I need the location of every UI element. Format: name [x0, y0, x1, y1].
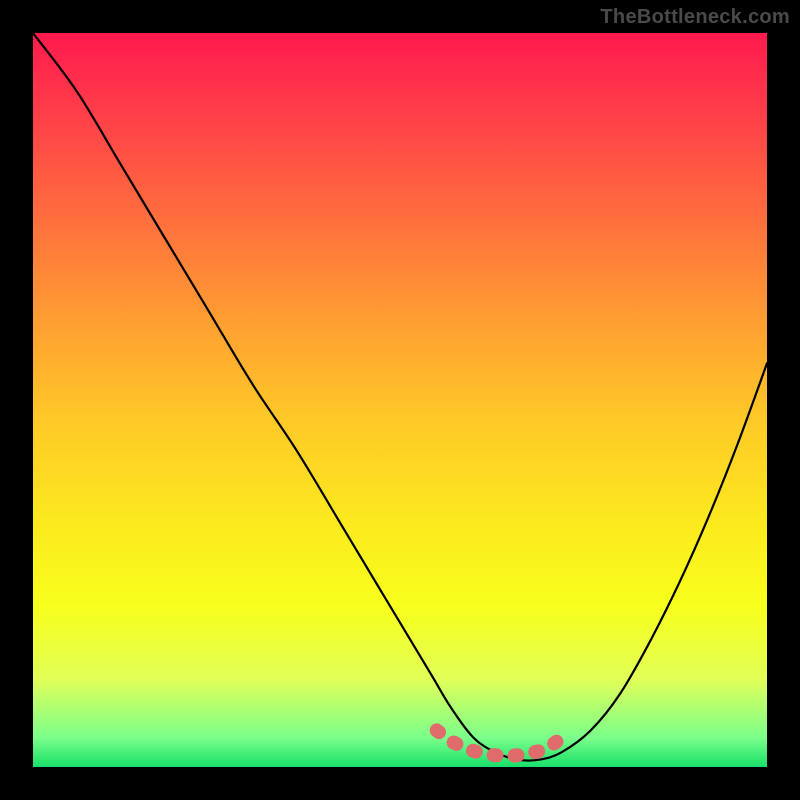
chart-frame: { "watermark": "TheBottleneck.com", "cha… — [0, 0, 800, 800]
curve-layer — [33, 33, 767, 767]
watermark: TheBottleneck.com — [600, 6, 790, 29]
sweet-spot-band — [437, 730, 569, 756]
bottleneck-curve — [33, 33, 767, 761]
plot-area — [33, 33, 767, 767]
